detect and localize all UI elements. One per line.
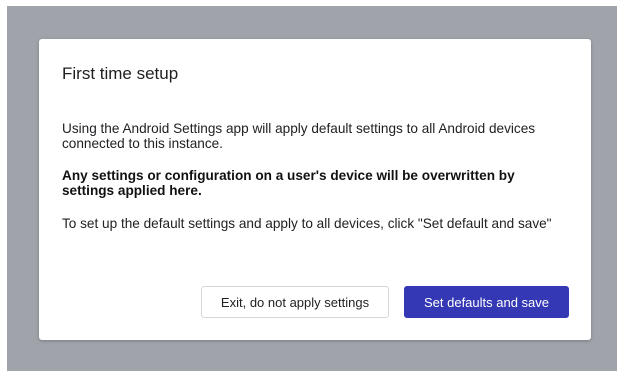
first-time-setup-dialog: First time setup Using the Android Setti…	[39, 39, 591, 340]
dialog-instruction: To set up the default settings and apply…	[62, 216, 552, 231]
set-defaults-and-save-button[interactable]: Set defaults and save	[404, 286, 569, 318]
dialog-warning: Any settings or configuration on a user'…	[62, 168, 515, 198]
dialog-title: First time setup	[62, 64, 179, 83]
dialog-description: Using the Android Settings app will appl…	[62, 121, 536, 151]
exit-without-saving-button[interactable]: Exit, do not apply settings	[201, 286, 389, 318]
